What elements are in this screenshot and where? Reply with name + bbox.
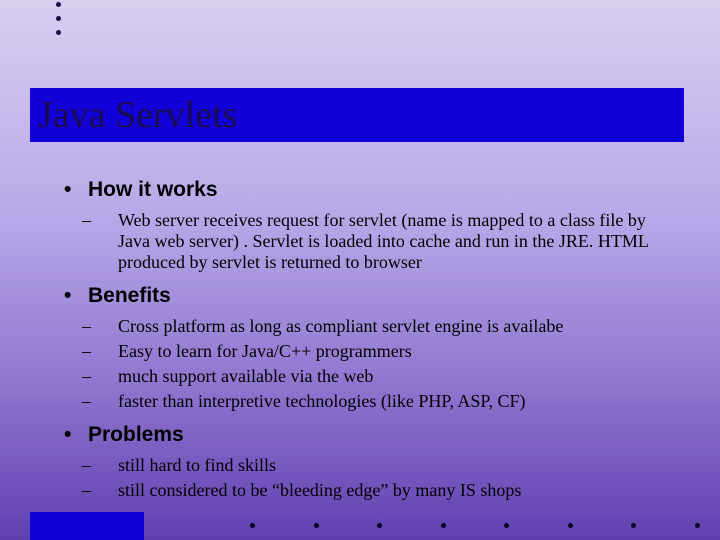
decorative-dots-top — [56, 2, 61, 44]
heading: Problems — [60, 423, 680, 447]
section-benefits: Benefits Cross platform as long as compl… — [60, 284, 680, 413]
decorative-box-bottom — [30, 512, 144, 540]
heading: How it works — [60, 178, 680, 202]
bullet-item: Cross platform as long as compliant serv… — [118, 316, 680, 337]
slide-body: How it works Web server receives request… — [60, 178, 680, 511]
decorative-dots-bottom — [250, 523, 700, 528]
bullet-item: still hard to find skills — [118, 455, 680, 476]
bullet-item: Easy to learn for Java/C++ programmers — [118, 341, 680, 362]
bullet-item: much support available via the web — [118, 366, 680, 387]
title-bar: Java Servlets — [30, 88, 684, 142]
slide-title: Java Servlets — [38, 93, 237, 137]
bullet-item: still considered to be “bleeding edge” b… — [118, 480, 680, 501]
section-problems: Problems still hard to find skills still… — [60, 423, 680, 501]
section-how-it-works: How it works Web server receives request… — [60, 178, 680, 274]
heading: Benefits — [60, 284, 680, 308]
bullet-item: faster than interpretive technologies (l… — [118, 391, 680, 412]
bullet-item: Web server receives request for servlet … — [118, 210, 680, 274]
